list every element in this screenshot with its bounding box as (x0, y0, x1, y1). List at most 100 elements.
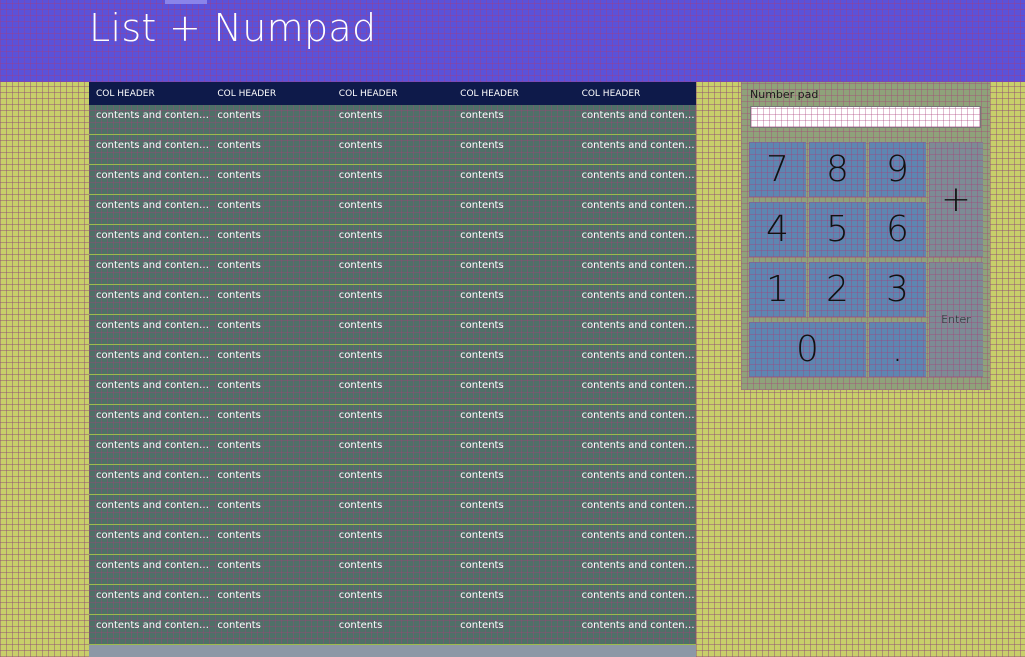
app-header: List + Numpad (0, 0, 1025, 82)
table-row[interactable]: contents and content... contents contents c… (89, 315, 696, 345)
table-cell: contents and content... (581, 440, 696, 451)
table-cell: contents and content... (581, 380, 696, 391)
table-row[interactable]: contents and content... contents contents c… (89, 105, 696, 135)
number-pad-panel: Number pad 7 8 9 4 5 6 1 2 3 0 . + Enter (741, 82, 990, 390)
plus-button[interactable]: + (929, 142, 983, 257)
table-cell: contents and content... (96, 380, 211, 391)
table-cell: contents and content... (581, 410, 696, 421)
table-cell: contents (460, 470, 504, 481)
table-cell: contents and content... (96, 230, 211, 241)
key-1[interactable]: 1 (749, 262, 806, 317)
table-cell: contents (460, 440, 504, 451)
table-row[interactable]: contents and content... contents contents c… (89, 225, 696, 255)
list-body: contents and content... contents contents c… (89, 105, 696, 645)
table-cell: contents (217, 170, 261, 181)
table-cell: contents (460, 170, 504, 181)
table-cell: contents (338, 230, 383, 241)
table-cell: contents and content... (96, 620, 211, 631)
table-cell: contents (338, 290, 383, 301)
key-3[interactable]: 3 (869, 262, 926, 317)
table-cell: contents (338, 470, 383, 481)
data-list[interactable]: COL HEADER COL HEADER COL HEADER COL HEA… (89, 82, 696, 657)
key-decimal-point[interactable]: . (869, 322, 926, 377)
table-cell: contents and content... (96, 290, 211, 301)
column-header[interactable]: COL HEADER (210, 89, 331, 99)
table-cell: contents (460, 560, 504, 571)
table-row[interactable]: contents and content... contents contents c… (89, 345, 696, 375)
table-cell: contents and content... (96, 110, 211, 121)
table-cell: contents and content... (581, 320, 696, 331)
table-cell: contents (338, 530, 383, 541)
table-cell: contents and content... (581, 200, 696, 211)
table-cell: contents and content... (581, 230, 696, 241)
key-0[interactable]: 0 (749, 322, 866, 377)
table-cell: contents (338, 620, 383, 631)
table-cell: contents (460, 350, 504, 361)
table-cell: contents (338, 170, 383, 181)
table-cell: contents and content... (96, 530, 211, 541)
table-cell: contents (217, 320, 261, 331)
table-cell: contents (460, 230, 504, 241)
table-row[interactable]: contents and content... contents contents c… (89, 285, 696, 315)
column-header[interactable]: COL HEADER (332, 89, 453, 99)
table-cell: contents and content... (96, 590, 211, 601)
table-cell: contents (217, 230, 261, 241)
table-row[interactable]: contents and content... contents contents c… (89, 195, 696, 225)
table-row[interactable]: contents and content... contents contents c… (89, 585, 696, 615)
table-cell: contents (217, 350, 261, 361)
table-cell: contents (338, 110, 383, 121)
table-cell: contents and content... (96, 170, 211, 181)
key-2[interactable]: 2 (809, 262, 866, 317)
table-cell: contents and content... (96, 260, 211, 271)
table-cell: contents and content... (581, 590, 696, 601)
table-cell: contents (338, 350, 383, 361)
table-cell: contents (217, 200, 261, 211)
table-cell: contents (217, 560, 261, 571)
table-cell: contents and content... (581, 470, 696, 481)
page-title: List + Numpad (89, 6, 377, 50)
table-cell: contents (460, 200, 504, 211)
table-row[interactable]: contents and content... contents contents c… (89, 255, 696, 285)
table-cell: contents (460, 620, 504, 631)
table-cell: contents and content... (96, 350, 211, 361)
table-cell: contents and content... (96, 410, 211, 421)
table-cell: contents and content... (581, 110, 696, 121)
table-cell: contents (217, 470, 261, 481)
key-8[interactable]: 8 (809, 142, 866, 197)
key-6[interactable]: 6 (869, 202, 926, 257)
table-row[interactable]: contents and content... contents contents c… (89, 465, 696, 495)
table-cell: contents (460, 140, 504, 151)
table-row[interactable]: contents and content... contents contents c… (89, 495, 696, 525)
table-cell: contents and content... (581, 350, 696, 361)
table-cell: contents and content... (581, 620, 696, 631)
table-cell: contents (338, 440, 383, 451)
table-row[interactable]: contents and content... contents contents c… (89, 405, 696, 435)
table-row[interactable]: contents and content... contents contents c… (89, 165, 696, 195)
column-header[interactable]: COL HEADER (453, 89, 574, 99)
table-row[interactable]: contents and content... contents contents c… (89, 615, 696, 645)
table-row[interactable]: contents and content... contents contents c… (89, 375, 696, 405)
table-cell: contents and content... (96, 320, 211, 331)
table-cell: contents and content... (581, 260, 696, 271)
table-cell: contents (338, 200, 383, 211)
table-cell: contents (338, 590, 383, 601)
table-cell: contents (460, 590, 504, 601)
column-header[interactable]: COL HEADER (89, 89, 210, 99)
key-5[interactable]: 5 (809, 202, 866, 257)
column-header[interactable]: COL HEADER (575, 89, 696, 99)
table-row[interactable]: contents and content... contents contents c… (89, 525, 696, 555)
table-cell: contents and content... (96, 140, 211, 151)
number-pad-input[interactable] (750, 106, 981, 128)
key-9[interactable]: 9 (869, 142, 926, 197)
table-cell: contents (217, 410, 261, 421)
enter-button[interactable]: Enter (929, 262, 983, 377)
table-row[interactable]: contents and content... contents contents c… (89, 135, 696, 165)
table-cell: contents (217, 590, 261, 601)
table-cell: contents (217, 380, 261, 391)
table-row[interactable]: contents and content... contents contents c… (89, 555, 696, 585)
table-cell: contents (460, 260, 504, 271)
table-row[interactable]: contents and content... contents contents c… (89, 435, 696, 465)
list-footer-scroll-area[interactable] (89, 645, 696, 657)
key-4[interactable]: 4 (749, 202, 806, 257)
key-7[interactable]: 7 (749, 142, 806, 197)
